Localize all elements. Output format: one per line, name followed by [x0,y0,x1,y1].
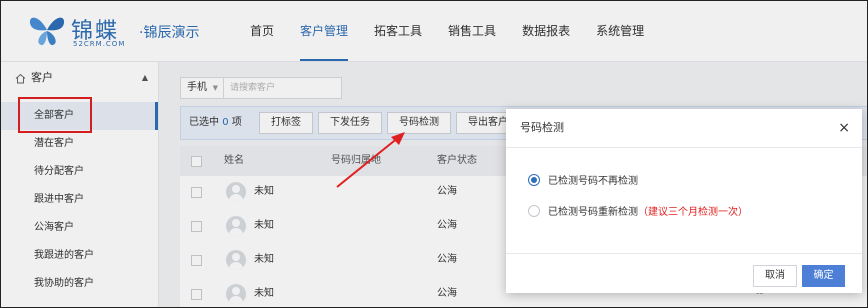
option-skip-checked[interactable]: 已检测号码不再检测 [528,173,638,191]
radio-unchecked[interactable] [528,205,540,217]
option-tip: （建议三个月检测一次） [638,207,748,218]
option-label: 已检测号码不再检测 [548,176,638,187]
radio-checked[interactable] [528,174,540,186]
option-recheck[interactable]: 已检测号码重新检测（建议三个月检测一次） [528,204,748,222]
number-check-dialog: 号码检测 × 已检测号码不再检测 已检测号码重新检测（建议三个月检测一次） 取消… [506,109,862,293]
confirm-button[interactable]: 确定 [802,265,845,287]
dialog-header: 号码检测 × [506,109,862,148]
close-icon[interactable]: × [838,109,850,147]
app-window: 锦蝶 52CRM.COM ·锦辰演示 首页 客户管理 拓客工具 销售工具 数据报… [0,0,868,308]
annotation-arrow-icon [336,132,405,188]
option-label: 已检测号码重新检测 [548,207,638,218]
dialog-footer: 取消 确定 [506,253,862,294]
dialog-title: 号码检测 [520,121,564,134]
cancel-button[interactable]: 取消 [753,265,797,287]
